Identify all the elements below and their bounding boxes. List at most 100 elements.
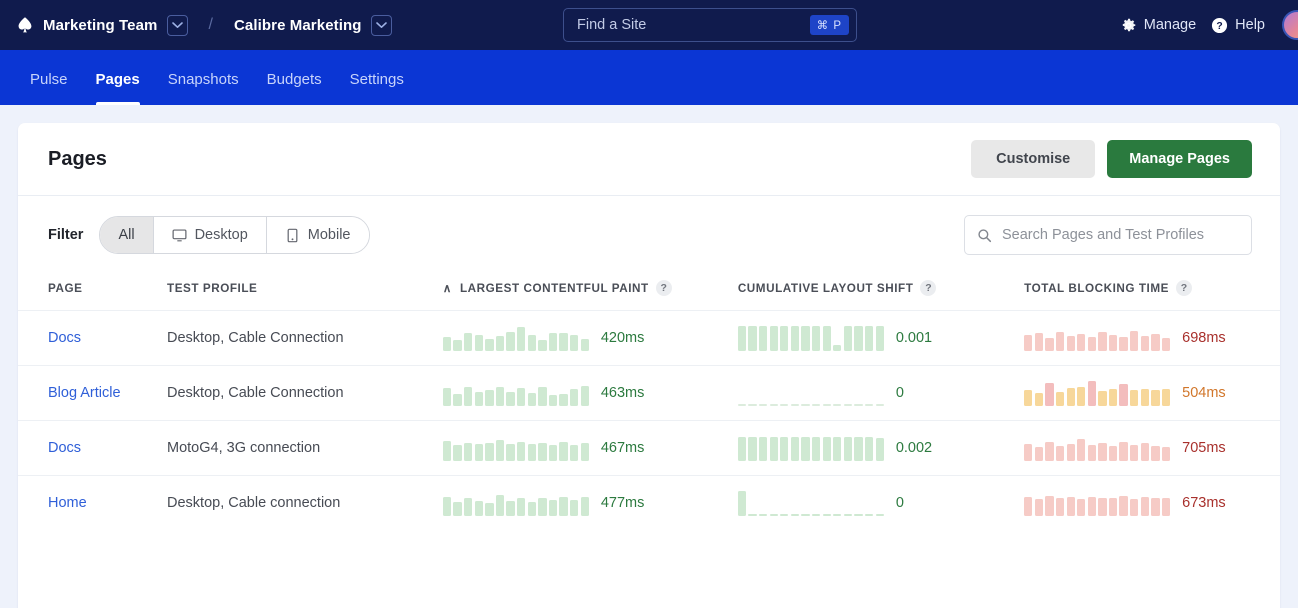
nav-item-snapshots[interactable]: Snapshots xyxy=(154,72,253,105)
sparkline-bar xyxy=(559,333,567,351)
cell-lcp: 420ms xyxy=(443,311,738,366)
sparkline-bar xyxy=(1162,447,1170,461)
sparkline-bar xyxy=(770,514,778,516)
sparkline-bar xyxy=(1045,496,1053,516)
cls-value: 0 xyxy=(896,385,904,401)
filter-option-all[interactable]: All xyxy=(100,217,153,253)
lcp-value: 477ms xyxy=(601,495,645,511)
filter-option-desktop[interactable]: Desktop xyxy=(154,217,267,253)
tbt-help-icon[interactable]: ? xyxy=(1176,280,1192,296)
sparkline-bar xyxy=(801,404,809,406)
sparkline-bar xyxy=(1056,446,1064,461)
cell-cls: 0 xyxy=(738,366,1024,421)
sparkline-bar xyxy=(506,444,514,461)
cell-page: Home xyxy=(18,476,167,531)
sparkline-bar xyxy=(496,336,504,351)
table-body: DocsDesktop, Cable Connection420ms0.0016… xyxy=(18,311,1280,531)
sparkline-bar xyxy=(496,495,504,516)
sparkline-bar xyxy=(801,326,809,351)
sparkline-bar xyxy=(812,326,820,351)
pages-card: Pages Customise Manage Pages Filter All xyxy=(18,123,1280,608)
nav-item-budgets[interactable]: Budgets xyxy=(253,72,336,105)
sparkline-bar xyxy=(443,337,451,351)
sparkline-bar xyxy=(791,326,799,351)
page-link[interactable]: Home xyxy=(48,495,87,511)
column-header-lcp[interactable]: ∧ LARGEST CONTENTFUL PAINT ? xyxy=(443,274,738,311)
table-row[interactable]: HomeDesktop, Cable connection477ms0673ms xyxy=(18,476,1280,531)
avatar[interactable] xyxy=(1282,10,1298,40)
page-link[interactable]: Docs xyxy=(48,330,81,346)
sparkline-bar xyxy=(1119,496,1127,516)
sparkline-bar xyxy=(759,404,767,406)
site-name: Calibre Marketing xyxy=(234,17,362,34)
find-site-input[interactable]: Find a Site ⌘ P xyxy=(563,8,857,42)
sparkline-bar xyxy=(770,437,778,461)
help-label: Help xyxy=(1235,17,1265,33)
help-button[interactable]: ? Help xyxy=(1211,17,1265,34)
nav-item-pages[interactable]: Pages xyxy=(82,72,154,105)
search-input[interactable]: Search Pages and Test Profiles xyxy=(964,215,1252,255)
sparkline-bar xyxy=(1088,497,1096,517)
sparkline-bar xyxy=(1141,336,1149,351)
main-stage: Pages Customise Manage Pages Filter All xyxy=(0,105,1298,608)
table-row[interactable]: Blog ArticleDesktop, Cable Connection463… xyxy=(18,366,1280,421)
find-site-shortcut-badge: ⌘ P xyxy=(810,15,849,35)
sparkline xyxy=(738,380,884,406)
sparkline-bar xyxy=(485,339,493,351)
manage-pages-button[interactable]: Manage Pages xyxy=(1107,140,1252,178)
column-header-cls[interactable]: CUMULATIVE LAYOUT SHIFT ? xyxy=(738,274,1024,311)
tbt-value: 673ms xyxy=(1182,495,1226,511)
sparkline-bar xyxy=(475,392,483,406)
sparkline-bar xyxy=(844,404,852,406)
sparkline-bar xyxy=(1077,439,1085,461)
column-header-test-profile[interactable]: TEST PROFILE xyxy=(167,274,443,311)
table-row[interactable]: DocsDesktop, Cable Connection420ms0.0016… xyxy=(18,311,1280,366)
sparkline-bar xyxy=(1056,332,1064,351)
column-header-cls-label: CUMULATIVE LAYOUT SHIFT xyxy=(738,282,914,295)
nav-item-pulse[interactable]: Pulse xyxy=(16,72,82,105)
sparkline-bar xyxy=(812,437,820,461)
customise-button[interactable]: Customise xyxy=(971,140,1095,178)
sort-ascending-icon: ∧ xyxy=(443,281,452,295)
sparkline-bar xyxy=(823,404,831,406)
svg-text:?: ? xyxy=(1217,21,1223,32)
sparkline-bar xyxy=(475,444,483,461)
sparkline-bar xyxy=(1141,443,1149,461)
sparkline-bar xyxy=(823,326,831,351)
sparkline-bar xyxy=(812,404,820,406)
manage-button[interactable]: Manage xyxy=(1120,17,1196,34)
sparkline xyxy=(738,490,884,516)
sparkline-bar xyxy=(443,388,451,406)
sparkline-bar xyxy=(453,340,461,351)
sparkline-bar xyxy=(1067,497,1075,516)
sparkline-bar xyxy=(581,443,589,461)
lcp-help-icon[interactable]: ? xyxy=(656,280,672,296)
table-row[interactable]: DocsMotoG4, 3G connection467ms0.002705ms xyxy=(18,421,1280,476)
sparkline-bar xyxy=(475,335,483,351)
sparkline-bar xyxy=(1109,498,1117,516)
sparkline-bar xyxy=(770,404,778,406)
sparkline-bar xyxy=(1098,498,1106,517)
column-header-page[interactable]: PAGE xyxy=(18,274,167,311)
sparkline xyxy=(738,435,884,461)
sparkline-bar xyxy=(854,514,862,516)
sparkline-bar xyxy=(1130,445,1138,461)
column-header-tbt[interactable]: TOTAL BLOCKING TIME ? xyxy=(1024,274,1280,311)
site-switcher-chevron-down-icon[interactable] xyxy=(371,15,392,36)
sparkline-bar xyxy=(496,387,504,406)
sparkline-bar xyxy=(759,326,767,351)
sparkline-bar xyxy=(581,339,589,351)
sparkline-bar xyxy=(759,437,767,461)
sparkline-bar xyxy=(801,514,809,516)
breadcrumb-separator: / xyxy=(209,16,213,34)
page-link[interactable]: Blog Article xyxy=(48,385,121,401)
cell-test-profile: Desktop, Cable Connection xyxy=(167,311,443,366)
org-switcher-chevron-down-icon[interactable] xyxy=(167,15,188,36)
filter-label: Filter xyxy=(48,227,83,243)
filter-option-mobile[interactable]: Mobile xyxy=(267,217,369,253)
nav-item-settings[interactable]: Settings xyxy=(336,72,418,105)
cls-help-icon[interactable]: ? xyxy=(920,280,936,296)
page-link[interactable]: Docs xyxy=(48,440,81,456)
sparkline-bar xyxy=(833,404,841,406)
sparkline-bar xyxy=(517,327,525,351)
